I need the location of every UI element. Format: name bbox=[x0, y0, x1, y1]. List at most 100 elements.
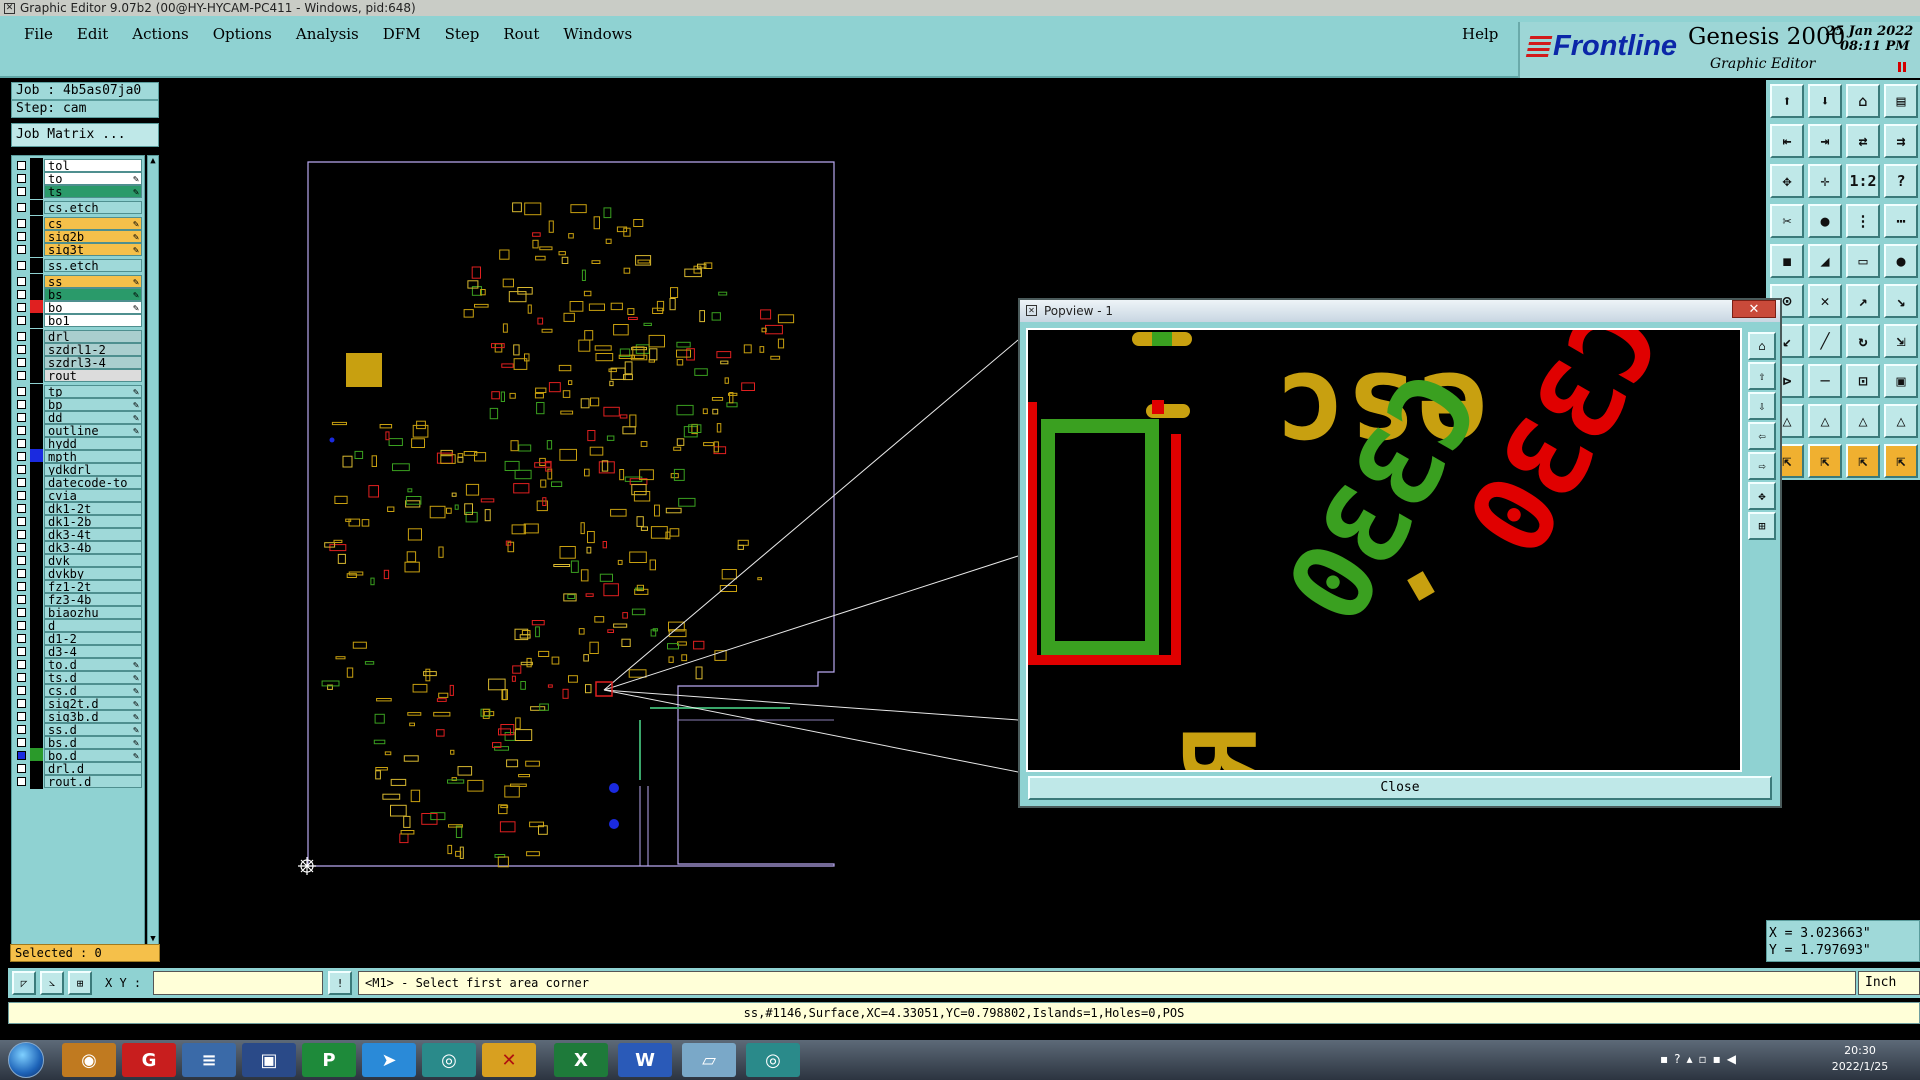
menu-windows[interactable]: Windows bbox=[549, 22, 642, 46]
popview-canvas[interactable]: esc R14 C330 C330 bbox=[1026, 328, 1742, 772]
toolbar-dot-icon[interactable]: ● bbox=[1808, 204, 1842, 238]
exclamation-icon[interactable]: ! bbox=[328, 971, 352, 995]
taskbar-eraser-icon[interactable]: ▱ bbox=[682, 1043, 736, 1077]
layer-checkbox[interactable] bbox=[17, 316, 26, 325]
layer-checkbox[interactable] bbox=[17, 621, 26, 630]
toolbar-square-icon[interactable]: ◼ bbox=[1770, 244, 1804, 278]
layer-checkbox[interactable] bbox=[17, 660, 26, 669]
toolbar-home-icon[interactable]: ⌂ bbox=[1846, 84, 1880, 118]
layer-checkbox[interactable] bbox=[17, 504, 26, 513]
layer-checkbox[interactable] bbox=[17, 203, 26, 212]
toolbar-delta2-icon[interactable]: △ bbox=[1808, 404, 1842, 438]
layer-checkbox[interactable] bbox=[17, 187, 26, 196]
menu-rout[interactable]: Rout bbox=[489, 22, 549, 46]
layer-checkbox[interactable] bbox=[17, 174, 26, 183]
taskbar-save-icon[interactable]: ▣ bbox=[242, 1043, 296, 1077]
toolbar-up-icon[interactable]: ⬆ bbox=[1770, 84, 1804, 118]
layer-row[interactable]: ss.etch bbox=[12, 258, 144, 273]
toolbar-down-icon[interactable]: ⬇ bbox=[1808, 84, 1842, 118]
layer-row[interactable]: bo1 bbox=[12, 313, 144, 328]
layer-checkbox[interactable] bbox=[17, 673, 26, 682]
toolbar-select4-icon[interactable]: ⇱ bbox=[1884, 444, 1918, 478]
layer-color-swatch[interactable] bbox=[30, 184, 43, 199]
layer-color-swatch[interactable] bbox=[30, 774, 43, 789]
toolbar-center-icon[interactable]: ✛ bbox=[1808, 164, 1842, 198]
layer-checkbox[interactable] bbox=[17, 777, 26, 786]
layer-scrollbar[interactable]: ▲ ▼ bbox=[147, 155, 159, 945]
start-icon[interactable] bbox=[8, 1042, 44, 1078]
layer-checkbox[interactable] bbox=[17, 232, 26, 241]
layer-color-swatch[interactable] bbox=[30, 242, 43, 257]
layer-row[interactable]: sig3t ✎ bbox=[12, 242, 144, 257]
toolbar-triangle-icon[interactable]: ◢ bbox=[1808, 244, 1842, 278]
layer-checkbox[interactable] bbox=[17, 738, 26, 747]
toolbar-rect-icon[interactable]: ▭ bbox=[1846, 244, 1880, 278]
pv-zoom-left-icon[interactable]: ⇦ bbox=[1748, 422, 1776, 450]
toolbar-filled-icon[interactable]: ▣ bbox=[1884, 364, 1918, 398]
taskbar-excel-icon[interactable]: X bbox=[554, 1043, 608, 1077]
layer-checkbox[interactable] bbox=[17, 426, 26, 435]
toolbar-delta3-icon[interactable]: △ bbox=[1846, 404, 1880, 438]
taskbar-bird-icon[interactable]: ➤ bbox=[362, 1043, 416, 1077]
toolbar-shift-icon[interactable]: ⇉ bbox=[1884, 124, 1918, 158]
layer-checkbox[interactable] bbox=[17, 161, 26, 170]
layer-checkbox[interactable] bbox=[17, 400, 26, 409]
layer-checkbox[interactable] bbox=[17, 530, 26, 539]
toolbar-help-icon[interactable]: ? bbox=[1884, 164, 1918, 198]
pv-zoom-right-icon[interactable]: ⇨ bbox=[1748, 452, 1776, 480]
popview-close-icon[interactable]: ✕ bbox=[1732, 300, 1776, 318]
layer-checkbox[interactable] bbox=[17, 634, 26, 643]
taskbar-shell-icon[interactable]: ◉ bbox=[62, 1043, 116, 1077]
layer-checkbox[interactable] bbox=[17, 290, 26, 299]
toolbar-arrow2-icon[interactable]: ↘ bbox=[1884, 284, 1918, 318]
layer-row[interactable]: rout bbox=[12, 368, 144, 383]
layer-checkbox[interactable] bbox=[17, 413, 26, 422]
layer-color-swatch[interactable] bbox=[30, 313, 43, 328]
taskbar-p-icon[interactable]: P bbox=[302, 1043, 356, 1077]
layer-row[interactable]: cs.etch bbox=[12, 200, 144, 215]
layer-name[interactable]: bo1 bbox=[44, 314, 142, 327]
layer-color-swatch[interactable] bbox=[30, 200, 43, 215]
layer-color-swatch[interactable] bbox=[30, 258, 43, 273]
toolbar-rotate-icon[interactable]: ↻ bbox=[1846, 324, 1880, 358]
measure-icon[interactable]: ⦣ bbox=[40, 971, 64, 995]
layer-checkbox[interactable] bbox=[17, 569, 26, 578]
layer-checkbox[interactable] bbox=[17, 751, 26, 760]
menu-dfm[interactable]: DFM bbox=[369, 22, 431, 46]
toolbar-left-icon[interactable]: ⇤ bbox=[1770, 124, 1804, 158]
layer-checkbox[interactable] bbox=[17, 725, 26, 734]
layer-checkbox[interactable] bbox=[17, 686, 26, 695]
menu-file[interactable]: File bbox=[10, 22, 63, 46]
layer-checkbox[interactable] bbox=[17, 371, 26, 380]
taskbar-genesis-icon[interactable]: ✕ bbox=[482, 1043, 536, 1077]
menu-help[interactable]: Help bbox=[1456, 22, 1504, 46]
layer-checkbox[interactable] bbox=[17, 439, 26, 448]
toolbar-swap-icon[interactable]: ⇄ bbox=[1846, 124, 1880, 158]
menu-edit[interactable]: Edit bbox=[63, 22, 118, 46]
scroll-up-icon[interactable]: ▲ bbox=[148, 156, 158, 166]
toolbar-box-icon[interactable]: ⊡ bbox=[1846, 364, 1880, 398]
toolbar-line-icon[interactable]: ╱ bbox=[1808, 324, 1842, 358]
grid-icon[interactable]: ⊞ bbox=[68, 971, 92, 995]
select-mode-icon[interactable]: ◸ bbox=[12, 971, 36, 995]
layer-checkbox[interactable] bbox=[17, 219, 26, 228]
system-tray[interactable]: ▪?▴▫▪◀ bbox=[1660, 1052, 1742, 1066]
layer-checkbox[interactable] bbox=[17, 543, 26, 552]
taskbar-network-icon[interactable]: ◎ bbox=[746, 1043, 800, 1077]
toolbar-dash-icon[interactable]: ─ bbox=[1808, 364, 1842, 398]
layer-checkbox[interactable] bbox=[17, 332, 26, 341]
layer-name[interactable]: ss.etch bbox=[44, 259, 142, 272]
menu-analysis[interactable]: Analysis bbox=[282, 22, 369, 46]
layer-checkbox[interactable] bbox=[17, 556, 26, 565]
layer-checkbox[interactable] bbox=[17, 647, 26, 656]
layer-checkbox[interactable] bbox=[17, 699, 26, 708]
menu-actions[interactable]: Actions bbox=[118, 22, 198, 46]
layer-checkbox[interactable] bbox=[17, 478, 26, 487]
toolbar-right-icon[interactable]: ⇥ bbox=[1808, 124, 1842, 158]
toolbar-select2-icon[interactable]: ⇱ bbox=[1808, 444, 1842, 478]
layer-checkbox[interactable] bbox=[17, 582, 26, 591]
toolbar-cross-icon[interactable]: ✕ bbox=[1808, 284, 1842, 318]
layer-checkbox[interactable] bbox=[17, 465, 26, 474]
unit-select[interactable]: Inch bbox=[1858, 971, 1920, 995]
pv-zoom-in-icon[interactable]: ✥ bbox=[1748, 482, 1776, 510]
